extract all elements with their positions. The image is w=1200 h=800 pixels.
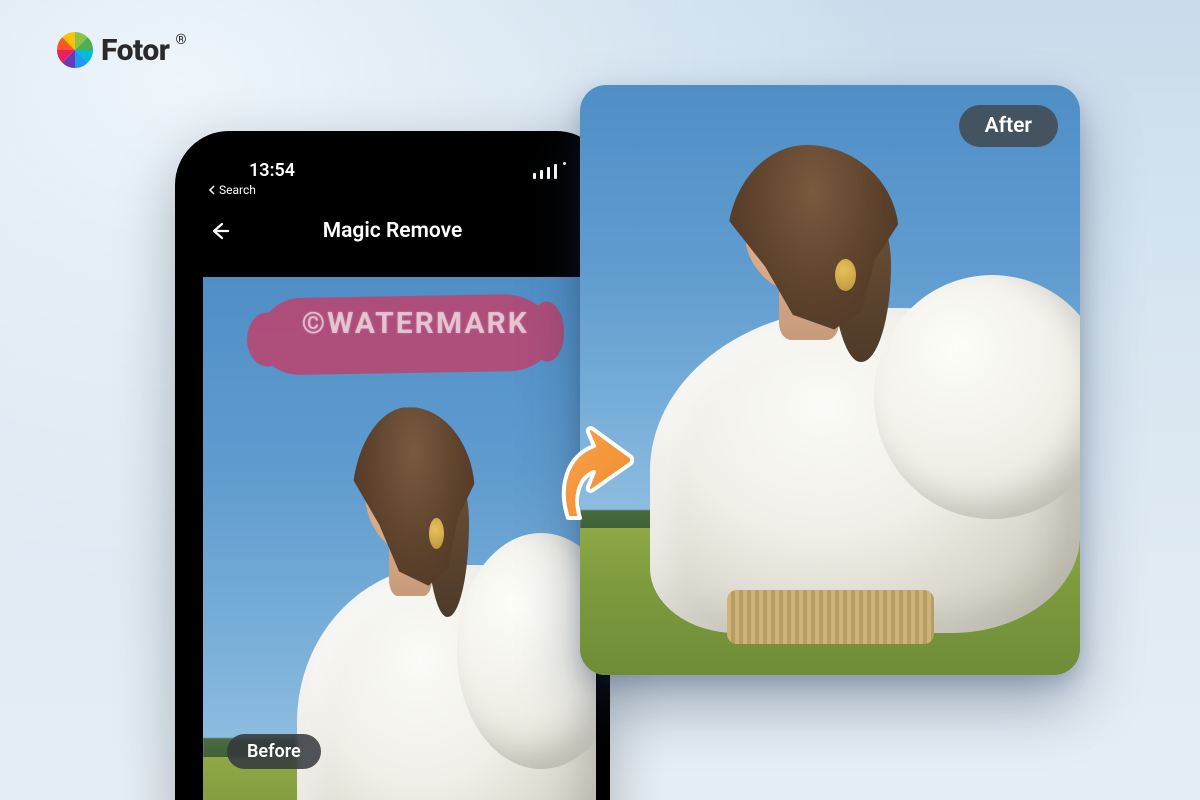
phone-mockup: 13:54 Search Magic Remove [175,131,610,800]
before-badge: Before [227,734,321,769]
brand-registered: ® [175,32,186,48]
breadcrumb-back[interactable]: Search [189,181,596,205]
nav-title: Magic Remove [323,219,463,243]
after-photo [580,85,1080,675]
after-panel: After [580,85,1080,675]
breadcrumb-back-label: Search [219,183,256,197]
brand-logo: Fotor ® [55,30,186,70]
caret-left-icon [207,185,217,195]
editor-canvas[interactable]: ©WATERMARK Before [203,277,596,800]
signal-icon [533,164,566,181]
before-photo: ©WATERMARK [203,277,596,800]
status-time: 13:54 [249,160,295,181]
back-button[interactable] [207,219,231,243]
phone-screen: 13:54 Search Magic Remove [189,145,596,800]
fotor-pinwheel-icon [55,30,95,70]
arrow-left-icon [208,220,230,242]
nav-bar: Magic Remove [189,205,596,257]
brand-name: Fotor [101,33,169,68]
status-bar: 13:54 [189,145,596,181]
after-badge: After [959,105,1058,147]
brush-selection [261,294,553,376]
